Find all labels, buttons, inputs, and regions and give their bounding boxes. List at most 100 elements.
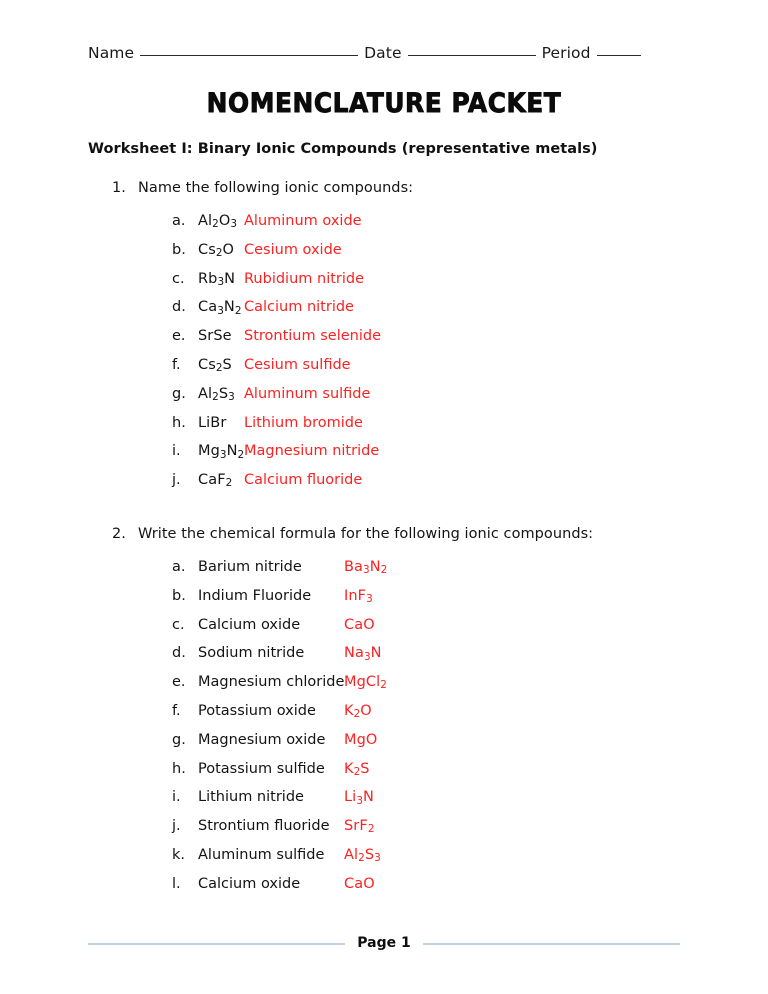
item-answer: InF3 [344,587,373,606]
item-letter: d. [172,645,186,662]
item-label: Magnesium chloride [198,674,345,691]
item-label: Calcium oxide [198,875,301,892]
list-item: g. Al2S3 Aluminum sulfide [112,386,413,415]
item-answer: CaO [344,875,375,892]
item-answer: Ba3N2 [344,559,388,577]
item-letter: h. [172,760,186,777]
list-item: f. Potassium oxide K2O [112,703,593,732]
item-letter: a. [172,213,186,229]
item-answer: Al2S3 [344,846,381,865]
list-item: j. CaF2 Calcium fluoride [112,472,413,501]
list-item: i. Lithium nitride Li3N [112,789,593,818]
list-item: l. Calcium oxide CaO [112,876,593,905]
name-label: Name [88,44,135,62]
item-formula: Cs2S [198,356,232,375]
item-answer: CaO [344,616,375,633]
item-letter: g. [172,385,186,402]
item-formula: Mg3N2 [198,443,245,461]
item-answer: Rubidium nitride [244,270,365,287]
item-answer: Calcium fluoride [244,472,363,489]
item-formula: LiBr [198,414,227,431]
item-letter: l. [172,875,181,892]
list-item: g. Magnesium oxide MgO [112,732,593,761]
list-item: c. Rb3N Rubidium nitride [112,271,413,300]
list-item: h. Potassium sulfide K2S [112,761,593,790]
item-label: Potassium oxide [198,702,316,719]
item-letter: f. [172,356,181,373]
item-letter: b. [172,241,186,258]
item-answer: Li3N [344,789,374,807]
item-letter: c. [172,616,185,633]
question-1-list: a. Al2O3 Aluminum oxide b. Cs2O Cesium oxide c… [112,213,413,501]
item-letter: j. [172,472,181,489]
list-item: e. Magnesium chloride MgCl2 [112,674,593,703]
question-1: 1. Name the following ionic compounds: a.… [112,180,413,501]
item-answer: K2O [344,702,372,721]
item-letter: j. [172,818,181,835]
question-1-number: 1. [112,180,126,196]
item-formula: Rb3N [198,270,236,288]
item-letter: b. [172,587,186,604]
item-answer: Cesium sulfide [244,356,351,373]
item-letter: e. [172,328,186,345]
date-blank[interactable] [407,55,536,56]
page-title: Nomenclature Packet [206,88,562,120]
item-answer: Strontium selenide [244,328,381,345]
item-label: Aluminum sulfide [198,846,325,863]
item-answer: Calcium nitride [244,299,354,316]
question-2-list: a. Barium nitride Ba3N2 b. Indium Fluoride In… [112,559,593,905]
list-item: c. Calcium oxide CaO [112,617,593,646]
item-letter: i. [172,789,181,806]
item-answer: Na3N [344,645,382,663]
list-item: i. Mg3N2 Magnesium nitride [112,443,413,472]
item-label: Calcium oxide [198,616,301,633]
item-answer: MgO [344,731,378,748]
list-item: b. Cs2O Cesium oxide [112,242,413,271]
item-letter: d. [172,299,186,316]
period-label: Period [541,44,591,62]
item-letter: a. [172,559,186,575]
item-letter: h. [172,414,186,431]
question-2: 2. Write the chemical formula for the fol… [112,526,593,905]
item-label: Barium nitride [198,559,302,575]
footer-rule-left [88,943,346,945]
item-label: Sodium nitride [198,645,305,662]
item-letter: g. [172,731,186,748]
item-letter: c. [172,270,185,287]
item-label: Strontium fluoride [198,818,330,835]
student-info-line: Name Date Period [88,44,648,62]
item-label: Lithium nitride [198,789,304,806]
item-answer: Aluminum oxide [244,213,362,229]
list-item: d. Ca3N2 Calcium nitride [112,299,413,328]
item-answer: Aluminum sulfide [244,385,371,402]
list-item: a. Barium nitride Ba3N2 [112,559,593,588]
worksheet-heading: Worksheet I: Binary Ionic Compounds (rep… [88,141,598,157]
item-letter: k. [172,846,186,863]
item-answer: K2S [344,760,370,778]
item-letter: e. [172,674,186,691]
item-label: Potassium sulfide [198,760,325,777]
question-1-text: Name the following ionic compounds: [138,180,414,196]
item-label: Magnesium oxide [198,731,326,748]
list-item: a. Al2O3 Aluminum oxide [112,213,413,242]
question-2-number: 2. [112,526,126,542]
list-item: d. Sodium nitride Na3N [112,645,593,674]
list-item: b. Indium Fluoride InF3 [112,588,593,617]
name-blank[interactable] [140,55,359,56]
item-answer: Magnesium nitride [244,443,380,460]
item-answer: MgCl2 [344,674,387,692]
list-item: h. LiBr Lithium bromide [112,415,413,444]
worksheet-page: Name Date Period Nomenclature Packet Works… [0,0,768,994]
item-formula: Ca3N2 [198,299,242,317]
item-answer: SrF2 [344,818,375,836]
date-label: Date [364,44,402,62]
item-formula: SrSe [198,328,232,345]
item-formula: CaF2 [198,472,233,490]
list-item: k. Aluminum sulfide Al2S3 [112,847,593,876]
item-answer: Lithium bromide [244,414,363,431]
item-answer: Cesium oxide [244,241,342,258]
period-blank[interactable] [596,55,641,56]
item-formula: Al2O3 [198,213,237,231]
item-letter: f. [172,702,181,719]
item-label: Indium Fluoride [198,587,312,604]
